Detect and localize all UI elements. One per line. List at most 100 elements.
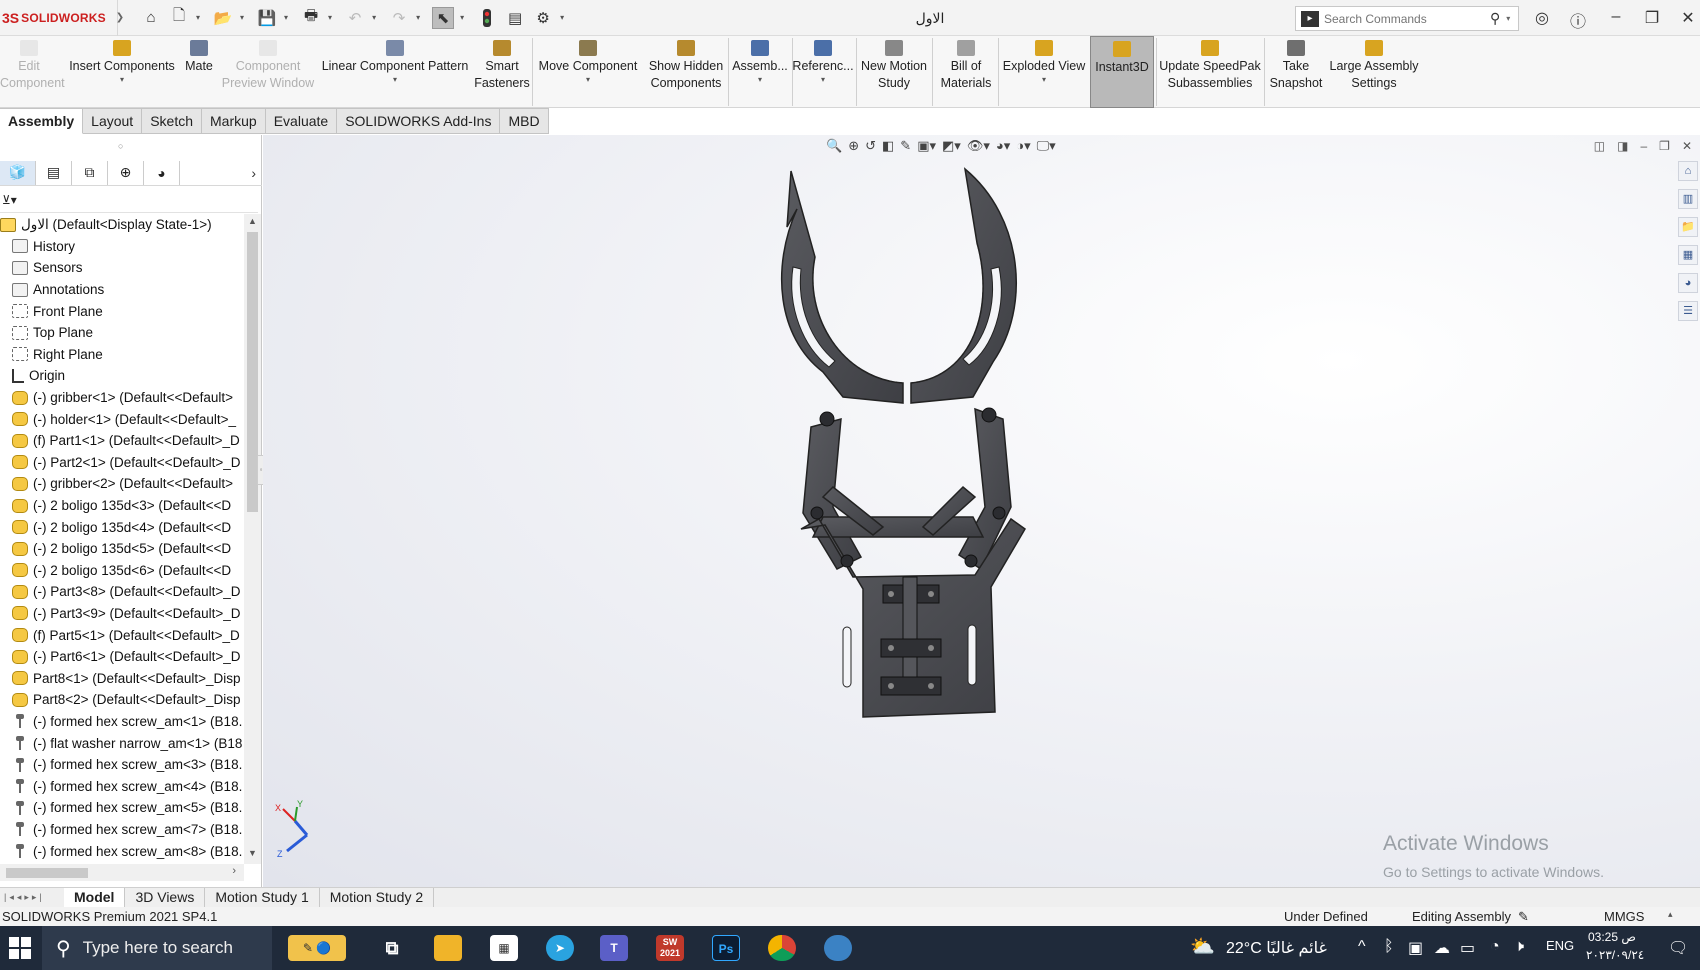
tree-node[interactable]: Part8<1> (Default<<Default>_Disp [0, 667, 244, 689]
section-view-icon[interactable]: ◧ [882, 138, 894, 154]
take-snapshot-button[interactable]: Take Snapshot [1266, 36, 1326, 108]
search-commands-input[interactable] [1324, 11, 1484, 26]
more-tabs-chevron-icon[interactable]: › [251, 165, 256, 181]
close-icon[interactable]: ✕ [1678, 8, 1698, 28]
print-dropdown-icon[interactable]: ▾ [328, 13, 332, 22]
referenc-button[interactable]: Referenc... ▾ [792, 36, 854, 108]
previous-view-icon[interactable]: ↺ [865, 138, 876, 154]
solidworks-taskbar-icon[interactable]: SW 2021 [656, 935, 684, 961]
teams-tray-icon[interactable]: ▣ [1408, 938, 1423, 958]
redo-icon[interactable]: ↷ [388, 7, 410, 29]
search-dropdown-icon[interactable]: ▾ [1506, 14, 1510, 23]
graphics-area[interactable]: 🔍 ⊕ ↺ ◧ ✎ ▣▾ ◩▾ 👁▾ ◕▾ ◑▾ 🖵▾ ◫ ◨ – ❐ ✕ ⌂ … [263, 135, 1700, 887]
view-orientation-icon[interactable]: ▣▾ [917, 138, 936, 154]
windows-start-icon[interactable] [8, 936, 32, 960]
undo-icon[interactable]: ↶ [344, 7, 366, 29]
bluetooth-icon[interactable]: ᛒ [1384, 938, 1394, 956]
bottom-tab-3d-views[interactable]: 3D Views [125, 888, 206, 907]
scroll-right-icon[interactable]: › [232, 865, 236, 877]
tree-node[interactable]: (-) holder<1> (Default<<Default>_ [0, 408, 244, 430]
volume-muted-icon[interactable]: 🕨 [1514, 938, 1524, 956]
zoom-to-fit-icon[interactable]: 🔍 [826, 138, 842, 154]
command-dropdown-icon[interactable]: ▾ [66, 75, 178, 85]
chrome-icon[interactable] [768, 935, 796, 961]
search-commands-box[interactable]: ▸ ⚲ ▾ [1295, 6, 1519, 31]
tab-sketch[interactable]: Sketch [142, 108, 203, 134]
hscroll-thumb[interactable] [6, 868, 88, 878]
property-manager-tab-icon[interactable]: ▤ [36, 160, 72, 185]
view-settings-icon[interactable]: 🖵▾ [1037, 138, 1056, 154]
minimize-icon[interactable]: – [1606, 8, 1626, 26]
mate-button[interactable]: Mate [182, 36, 216, 108]
command-dropdown-icon[interactable]: ▾ [792, 75, 854, 85]
open-folder-icon[interactable]: 📂 [212, 7, 234, 29]
configuration-manager-tab-icon[interactable]: ⧉ [72, 160, 108, 185]
tree-node[interactable]: Sensors [0, 257, 244, 279]
search-highlight-icon[interactable]: ✎ 🔵 [288, 935, 346, 961]
search-icon[interactable]: ⚲ [1490, 10, 1500, 27]
tree-node[interactable]: Front Plane [0, 300, 244, 322]
tab-assembly[interactable]: Assembly [0, 108, 84, 134]
tab-evaluate[interactable]: Evaluate [265, 108, 338, 134]
select-arrow-icon[interactable]: ⬉ [432, 6, 455, 29]
tab-layout[interactable]: Layout [83, 108, 143, 134]
rebuild-icon[interactable] [476, 7, 498, 29]
tree-node[interactable]: (-) formed hex screw_am<7> (B18. [0, 819, 244, 841]
tree-node[interactable]: Top Plane [0, 322, 244, 344]
input-language[interactable]: ENG [1546, 938, 1574, 953]
dynamic-annotation-icon[interactable]: ✎ [900, 138, 911, 154]
units-dropdown-icon[interactable]: ▴ [1668, 909, 1673, 920]
viewport-minimize-icon[interactable]: – [1640, 139, 1647, 153]
teams-icon[interactable]: T [600, 935, 628, 961]
custom-properties-icon[interactable]: ☰ [1678, 301, 1698, 321]
weather-icon[interactable]: ⛅ [1190, 934, 1215, 959]
split-view-right-icon[interactable]: ◨ [1617, 139, 1628, 153]
tree-node[interactable]: (-) gribber<2> (Default<<Default> [0, 473, 244, 495]
tree-node[interactable]: (-) Part2<1> (Default<<Default>_D [0, 452, 244, 474]
help-icon[interactable]: ⓘ [1568, 8, 1588, 32]
show-hidden-components-button[interactable]: Show Hidden Components [646, 36, 726, 108]
wifi-icon[interactable]: ◔ [1490, 938, 1500, 956]
open-dropdown-icon[interactable]: ▾ [240, 13, 244, 22]
tab-solidworks-add-ins[interactable]: SOLIDWORKS Add-Ins [337, 108, 501, 134]
edit-appearance-icon[interactable]: ◕▾ [996, 138, 1010, 154]
rebuild-status-icon[interactable]: ✎ [1518, 909, 1529, 925]
tree-filter-icon[interactable]: ⊻▾ [0, 187, 258, 213]
show-hidden-icons-chevron-icon[interactable]: ^ [1358, 938, 1366, 956]
tree-node[interactable]: Annotations [0, 279, 244, 301]
tree-node[interactable]: History [0, 236, 244, 258]
tree-node[interactable]: Origin [0, 365, 244, 387]
save-dropdown-icon[interactable]: ▾ [284, 13, 288, 22]
tree-node[interactable]: Right Plane [0, 344, 244, 366]
split-view-left-icon[interactable]: ◫ [1594, 139, 1605, 153]
file-explorer-icon[interactable]: 📁 [1678, 217, 1698, 237]
update-speedpak-subassemblies-button[interactable]: Update SpeedPak Subassemblies [1158, 36, 1262, 108]
smart-fasteners-button[interactable]: Smart Fasteners [474, 36, 530, 108]
edit-component-button[interactable]: Edit Component [0, 36, 65, 108]
tree-vertical-scrollbar[interactable]: ▲ ▼ [244, 214, 261, 864]
display-style-icon[interactable]: ◩▾ [942, 138, 961, 154]
photoshop-icon[interactable]: Ps [712, 935, 740, 961]
select-dropdown-icon[interactable]: ▾ [460, 13, 464, 22]
tab-markup[interactable]: Markup [202, 108, 266, 134]
file-explorer-icon[interactable] [434, 935, 462, 961]
undo-dropdown-icon[interactable]: ▾ [372, 13, 376, 22]
viewport-restore-icon[interactable]: ❐ [1659, 139, 1670, 153]
feature-tree-tab-icon[interactable]: 🧊 [0, 160, 36, 185]
tree-node[interactable]: (-) formed hex screw_am<4> (B18. [0, 775, 244, 797]
taskbar-search-box[interactable]: ⚲ Type here to search [42, 926, 272, 970]
insert-components-button[interactable]: Insert Components ▾ [66, 36, 178, 108]
user-account-icon[interactable]: ◎ [1532, 8, 1552, 28]
bill-of-materials-button[interactable]: Bill of Materials [936, 36, 996, 108]
tree-node[interactable]: (-) formed hex screw_am<8> (B18. [0, 840, 244, 862]
tree-node[interactable]: (-) Part3<8> (Default<<Default>_D [0, 581, 244, 603]
new-document-icon[interactable]: 🗋 [168, 7, 190, 29]
move-component-button[interactable]: Move Component ▾ [536, 36, 640, 108]
panel-splitter-handle[interactable]: ○ [118, 141, 123, 151]
tree-node[interactable]: (-) flat washer narrow_am<1> (B18 [0, 732, 244, 754]
gear-icon[interactable]: ⚙ [532, 7, 554, 29]
tree-node[interactable]: (-) formed hex screw_am<5> (B18. [0, 797, 244, 819]
tab-navigation-arrows-icon[interactable]: |◂◂▸▸| [0, 892, 64, 903]
tree-node[interactable]: (-) 2 boligo 135d<4> (Default<<D [0, 516, 244, 538]
linear-component-pattern-button[interactable]: Linear Component Pattern ▾ [320, 36, 470, 108]
